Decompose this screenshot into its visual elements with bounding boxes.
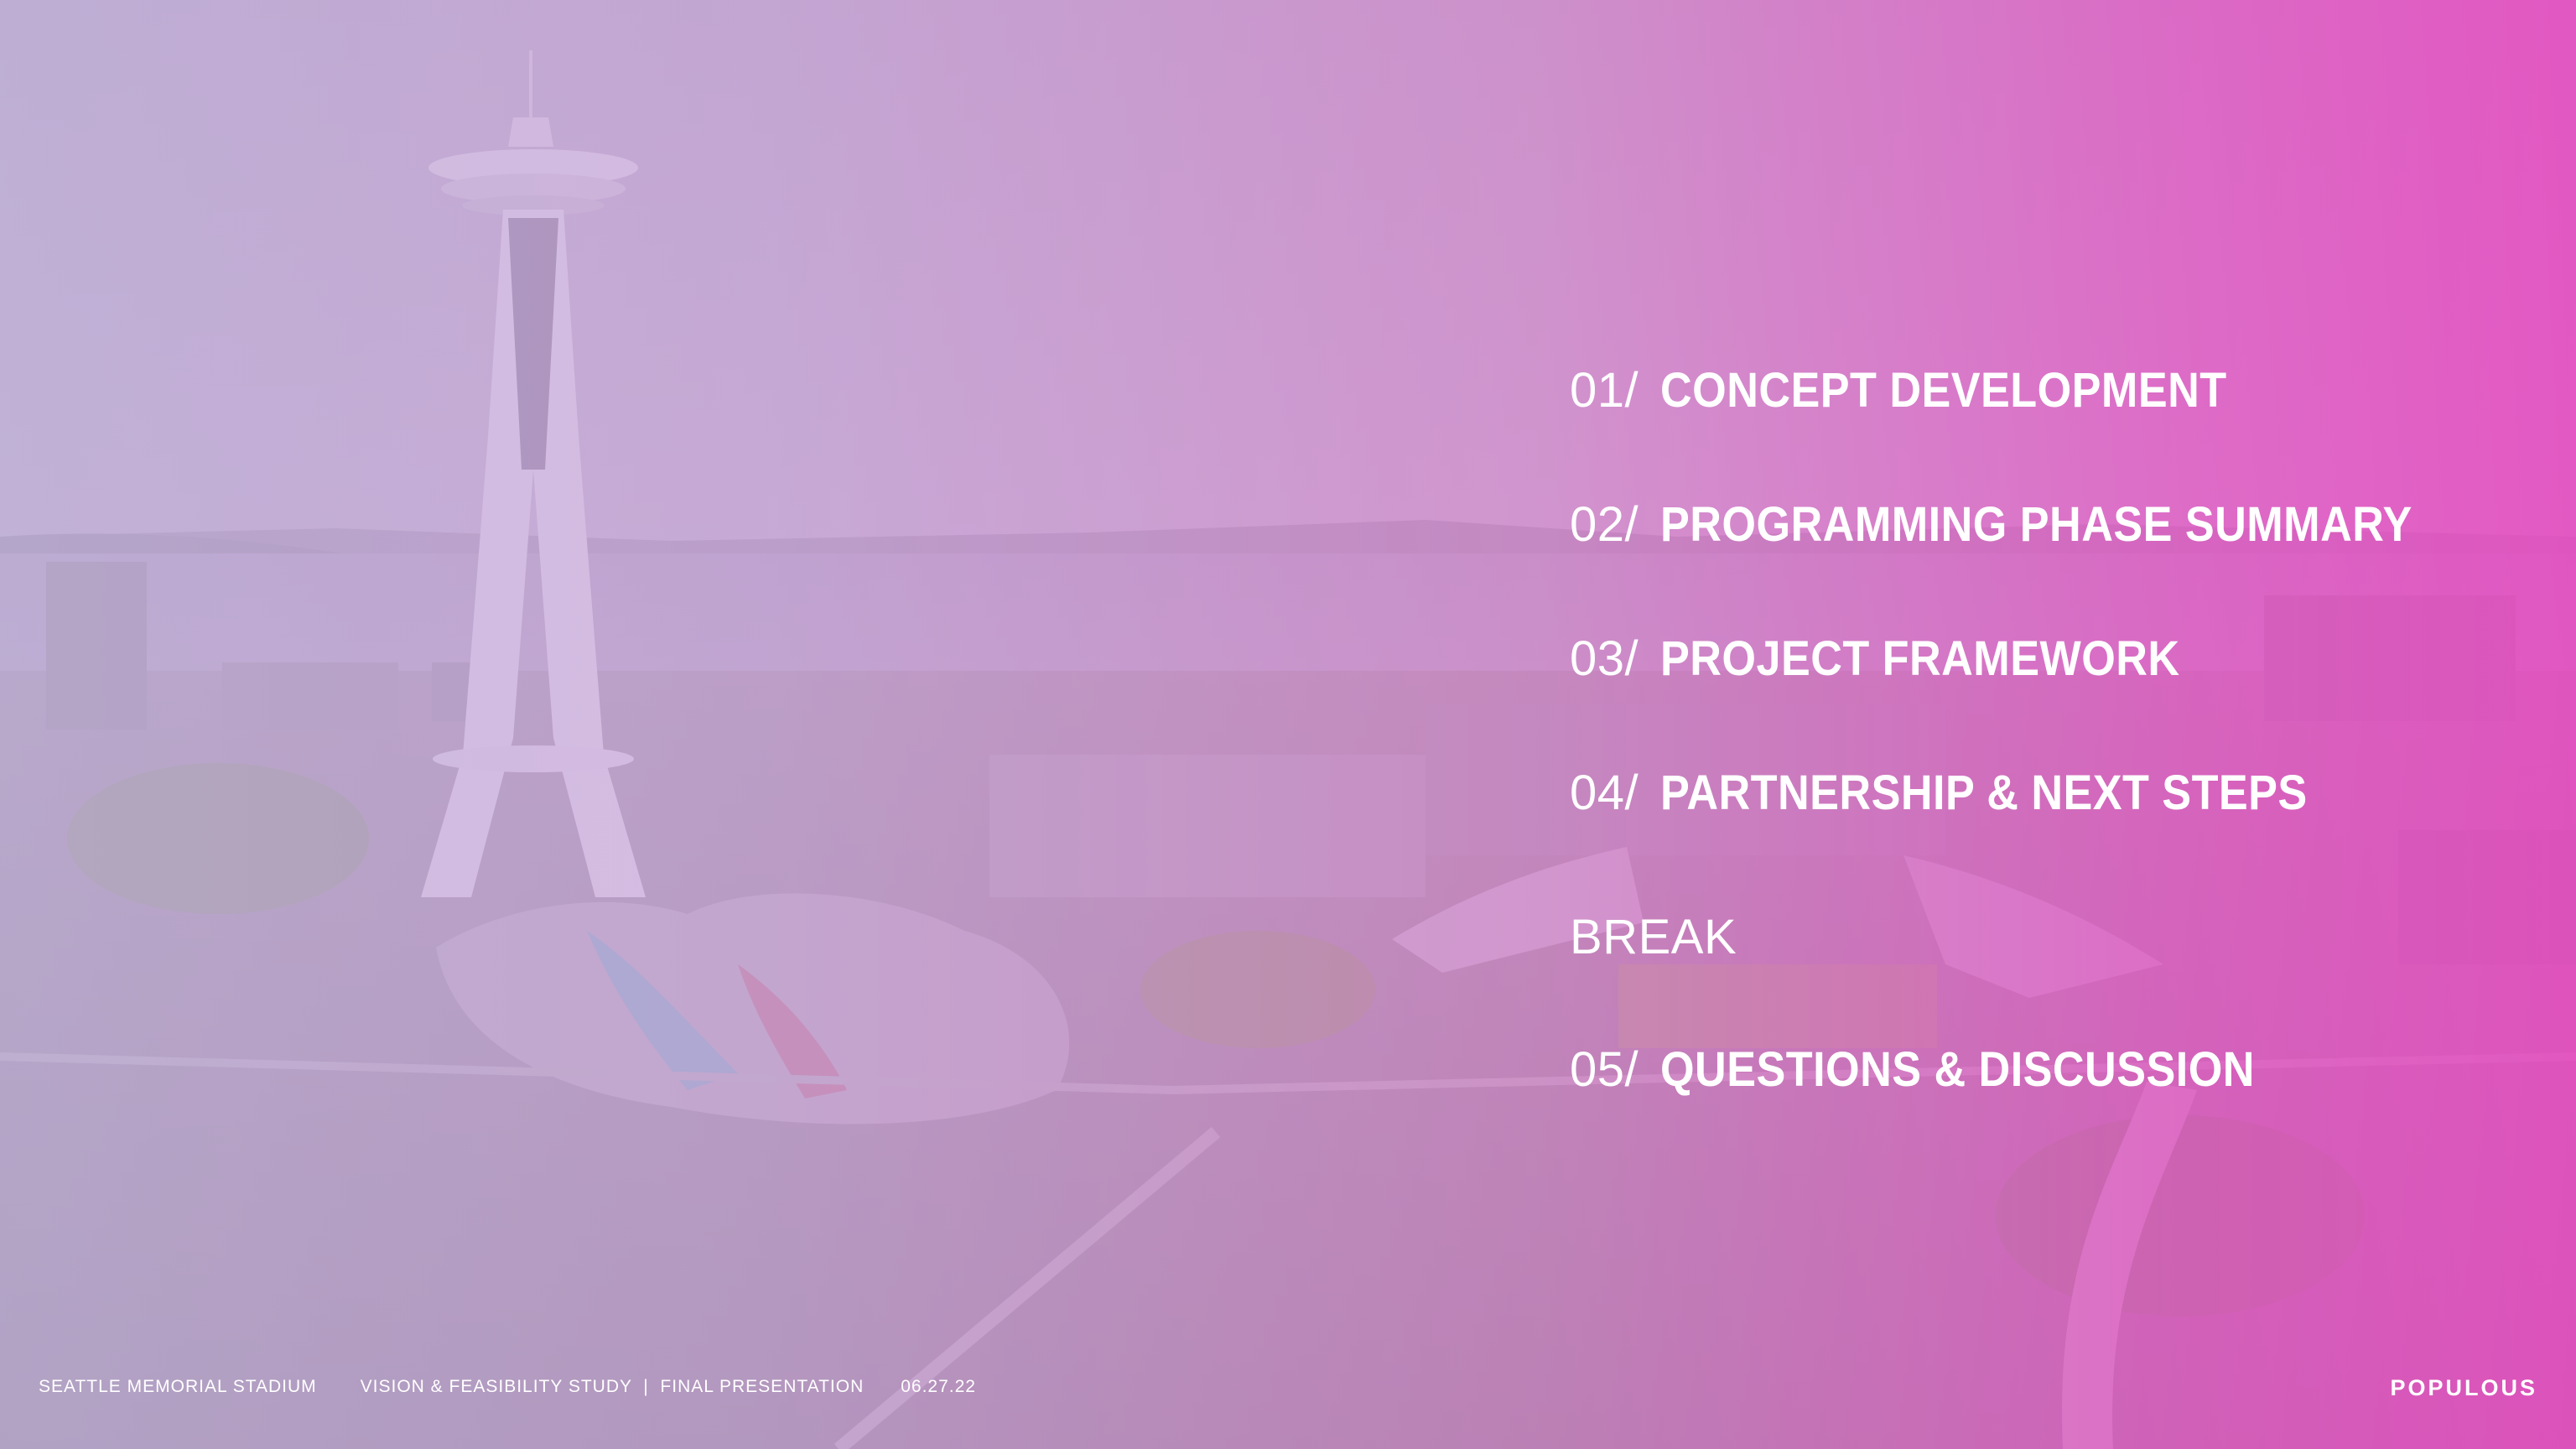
populous-logo: POPULOUS xyxy=(2390,1375,2537,1400)
agenda-item-number: 01/ xyxy=(1570,363,1639,418)
footer-study-title: VISION & FEASIBILITY STUDY | FINAL PRESE… xyxy=(360,1377,865,1396)
agenda-item-title: PARTNERSHIP & NEXT STEPS xyxy=(1660,766,2308,820)
footer: SEATTLE MEMORIAL STADIUM VISION & FEASIB… xyxy=(39,1377,976,1397)
agenda-item-questions-discussion[interactable]: 05/ QUESTIONS & DISCUSSION xyxy=(1570,1041,2321,1098)
agenda-item-project-framework[interactable]: 03/ PROJECT FRAMEWORK xyxy=(1570,631,2238,687)
agenda-item-number: 04/ xyxy=(1570,766,1639,820)
agenda-item-number: 05/ xyxy=(1570,1042,1639,1097)
footer-date: 06.27.22 xyxy=(901,1377,976,1396)
agenda-item-title: PROJECT FRAMEWORK xyxy=(1660,631,2180,686)
agenda-break: BREAK xyxy=(1570,910,1737,964)
agenda-item-concept-development[interactable]: 01/ CONCEPT DEVELOPMENT xyxy=(1570,362,2290,418)
agenda-item-title: CONCEPT DEVELOPMENT xyxy=(1660,363,2227,418)
agenda-item-partnership-next-steps[interactable]: 04/ PARTNERSHIP & NEXT STEPS xyxy=(1570,765,2380,821)
slide: 01/ CONCEPT DEVELOPMENT 02/ PROGRAMMING … xyxy=(0,0,2576,1449)
agenda-item-number: 02/ xyxy=(1570,497,1639,552)
agenda-item-programming-phase-summary[interactable]: 02/ PROGRAMMING PHASE SUMMARY xyxy=(1570,496,2496,553)
footer-project-name: SEATTLE MEMORIAL STADIUM xyxy=(39,1377,317,1396)
agenda-item-title: PROGRAMMING PHASE SUMMARY xyxy=(1660,497,2412,552)
agenda-list: 01/ CONCEPT DEVELOPMENT 02/ PROGRAMMING … xyxy=(1570,0,2534,1174)
agenda-item-title: QUESTIONS & DISCUSSION xyxy=(1660,1042,2256,1097)
agenda-item-number: 03/ xyxy=(1570,631,1639,686)
